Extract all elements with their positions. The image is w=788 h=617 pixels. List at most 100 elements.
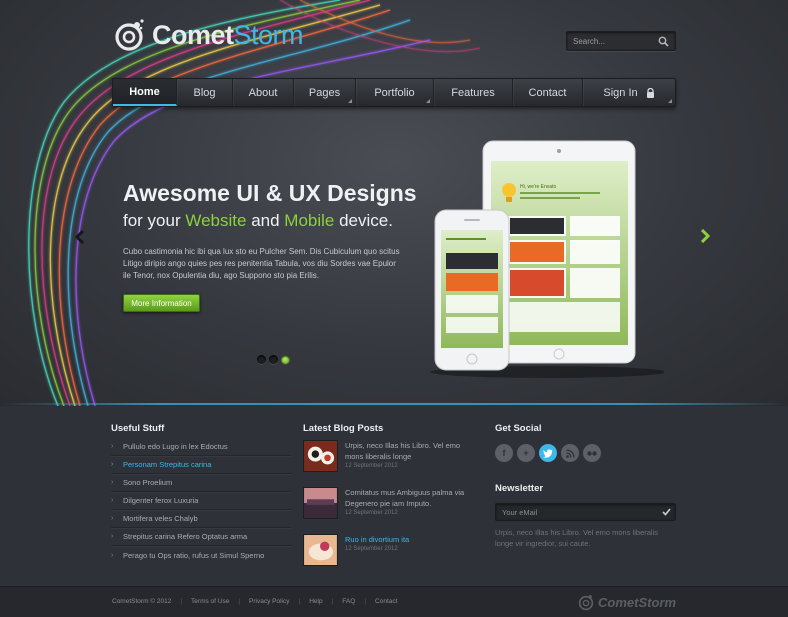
- hero-highlight-website: Website: [185, 211, 247, 230]
- social-icons: f +: [495, 444, 601, 462]
- nav-item-pages[interactable]: Pages: [294, 79, 356, 106]
- list-item[interactable]: › Strepitus carina Refero Optatus arma: [111, 528, 291, 546]
- nav-item-label: Contact: [528, 86, 567, 99]
- nav-item-home[interactable]: Home: [113, 79, 177, 106]
- list-item-label: Perago tu Ops ratio, rufus ut Simul Sper…: [123, 550, 265, 560]
- check-submit-icon[interactable]: [662, 508, 671, 516]
- lock-icon: [646, 87, 654, 98]
- list-item-label: Sono Proelium: [123, 478, 173, 487]
- slider-next-arrow-icon[interactable]: [699, 229, 711, 243]
- blog-post: Urpis, neco Illas his Libro. Vel emo mon…: [303, 440, 478, 487]
- blog-post-list: Urpis, neco Illas his Libro. Vel emo mon…: [303, 440, 478, 581]
- post-title-link[interactable]: Comitatus mus Ambiguus palma via Degener…: [345, 488, 475, 509]
- list-item-label: Strepitus carina Refero Optatus arma: [123, 532, 248, 541]
- post-thumbnail-image[interactable]: [303, 534, 338, 566]
- more-information-button[interactable]: More Information: [123, 294, 200, 312]
- facebook-icon[interactable]: f: [495, 444, 513, 462]
- hero-highlight-mobile: Mobile: [284, 211, 335, 230]
- comet-logo-icon: [578, 595, 594, 611]
- post-thumbnail-image[interactable]: [303, 487, 338, 519]
- list-item-label: Mortifera veles Chalyb: [123, 514, 198, 523]
- newsletter-title: Newsletter: [495, 483, 544, 494]
- nav-item-label: Features: [451, 86, 495, 99]
- footer-link-privacy[interactable]: Privacy Policy: [249, 598, 289, 605]
- nav-item-label: Home: [129, 85, 160, 98]
- blog-post: Comitatus mus Ambiguus palma via Degener…: [303, 487, 478, 534]
- slider-dot[interactable]: [269, 355, 278, 364]
- list-item-label: Pullulo edo Lugo in lex Edoctus: [123, 442, 228, 451]
- post-thumbnail-image[interactable]: [303, 440, 338, 472]
- nav-item-label: Blog: [193, 86, 216, 99]
- nav-item-sign-in[interactable]: Sign In: [583, 79, 675, 106]
- copyright-text: CometStorm © 2012: [112, 598, 172, 605]
- search-icon[interactable]: [658, 36, 669, 47]
- blog-post: Ruo in divortium ita 12 September 2012: [303, 534, 478, 581]
- slider-dot[interactable]: [257, 355, 266, 364]
- flickr-glyph: [587, 450, 597, 456]
- divider: |: [180, 598, 183, 605]
- flickr-icon[interactable]: [583, 444, 601, 462]
- list-item[interactable]: › Pullulo edo Lugo in lex Edoctus: [111, 438, 291, 456]
- nav-item-features[interactable]: Features: [434, 79, 513, 106]
- divider: |: [364, 598, 367, 605]
- latest-blog-posts-title: Latest Blog Posts: [303, 423, 384, 434]
- chevron-right-icon: ›: [111, 497, 114, 504]
- list-item[interactable]: › Sono Proelium: [111, 474, 291, 492]
- list-item[interactable]: › Perago tu Ops ratio, rufus ut Simul Spe…: [111, 546, 291, 564]
- dropdown-corner-icon: [348, 99, 352, 103]
- hero-subtitle-suffix: device.: [334, 211, 393, 230]
- footer-links: CometStorm © 2012 | Terms of Use | Priva…: [112, 598, 397, 605]
- footer-link-help[interactable]: Help: [309, 598, 322, 605]
- rss-icon[interactable]: [561, 444, 579, 462]
- tablet-greeting-text: Hi, we're Envato: [520, 184, 556, 190]
- newsletter-description: Urpis, neco Illas his Libro. Vel emo mon…: [495, 528, 658, 548]
- list-item[interactable]: › Personam Strepitus carina: [111, 456, 291, 474]
- footer-link-terms[interactable]: Terms of Use: [191, 598, 229, 605]
- footer-logo[interactable]: CometStorm: [577, 593, 676, 611]
- logo-text: CometStorm: [152, 20, 304, 51]
- divider: |: [238, 598, 241, 605]
- site-logo[interactable]: CometStorm: [112, 18, 304, 52]
- nav-item-blog[interactable]: Blog: [177, 79, 233, 106]
- nav-item-contact[interactable]: Contact: [513, 79, 583, 106]
- post-date: 12 September 2012: [345, 463, 398, 469]
- slider-prev-arrow-icon[interactable]: [74, 230, 86, 244]
- chevron-right-icon: ›: [111, 461, 114, 468]
- twitter-bird-glyph: [543, 448, 553, 458]
- newsletter-email-input[interactable]: [502, 506, 652, 519]
- hero-subtitle-middle: and: [246, 211, 285, 230]
- post-title-link[interactable]: Ruo in divortium ita: [345, 535, 475, 546]
- chevron-right-icon: ›: [111, 533, 114, 540]
- nav-item-label: Sign In: [603, 86, 638, 99]
- search-input[interactable]: [573, 34, 653, 48]
- chevron-right-icon: ›: [111, 515, 114, 522]
- footer-logo-text: CometStorm: [598, 594, 677, 610]
- rss-glyph: [565, 448, 575, 458]
- chevron-right-icon: ›: [111, 551, 114, 559]
- footer-link-contact[interactable]: Contact: [375, 598, 397, 605]
- hero-title: Awesome UI & UX Designs: [123, 180, 417, 206]
- post-title-link[interactable]: Urpis, neco Illas his Libro. Vel emo mon…: [345, 441, 475, 462]
- nav-item-label: Portfolio: [374, 86, 415, 99]
- nav-item-about[interactable]: About: [233, 79, 294, 106]
- devices-illustration: Hi, we're Envato: [430, 140, 664, 378]
- useful-stuff-list: › Pullulo edo Lugo in lex Edoctus › Person…: [111, 438, 291, 564]
- slider-pagination: [257, 355, 290, 364]
- slider-dot-active[interactable]: [281, 355, 290, 364]
- nav-item-label: About: [248, 86, 278, 99]
- list-item-label: Personam Strepitus carina: [123, 460, 212, 469]
- post-date: 12 September 2012: [345, 546, 398, 552]
- comet-logo-icon: [115, 19, 144, 51]
- nav-item-portfolio[interactable]: Portfolio: [356, 79, 434, 106]
- twitter-icon[interactable]: [539, 444, 557, 462]
- hero-divider: [0, 403, 788, 405]
- hero-section: CometStorm Home Blog About Pages Portfol…: [0, 0, 788, 406]
- chevron-right-icon: ›: [111, 443, 114, 450]
- footer-link-faq[interactable]: FAQ: [342, 598, 355, 605]
- post-date: 12 September 2012: [345, 510, 398, 516]
- newsletter-form: [495, 503, 676, 521]
- list-item[interactable]: › Mortifera veles Chalyb: [111, 510, 291, 528]
- google-plus-icon[interactable]: +: [517, 444, 535, 462]
- list-item-label: Dilgenter ferox Luxuria: [123, 496, 199, 505]
- list-item[interactable]: › Dilgenter ferox Luxuria: [111, 492, 291, 510]
